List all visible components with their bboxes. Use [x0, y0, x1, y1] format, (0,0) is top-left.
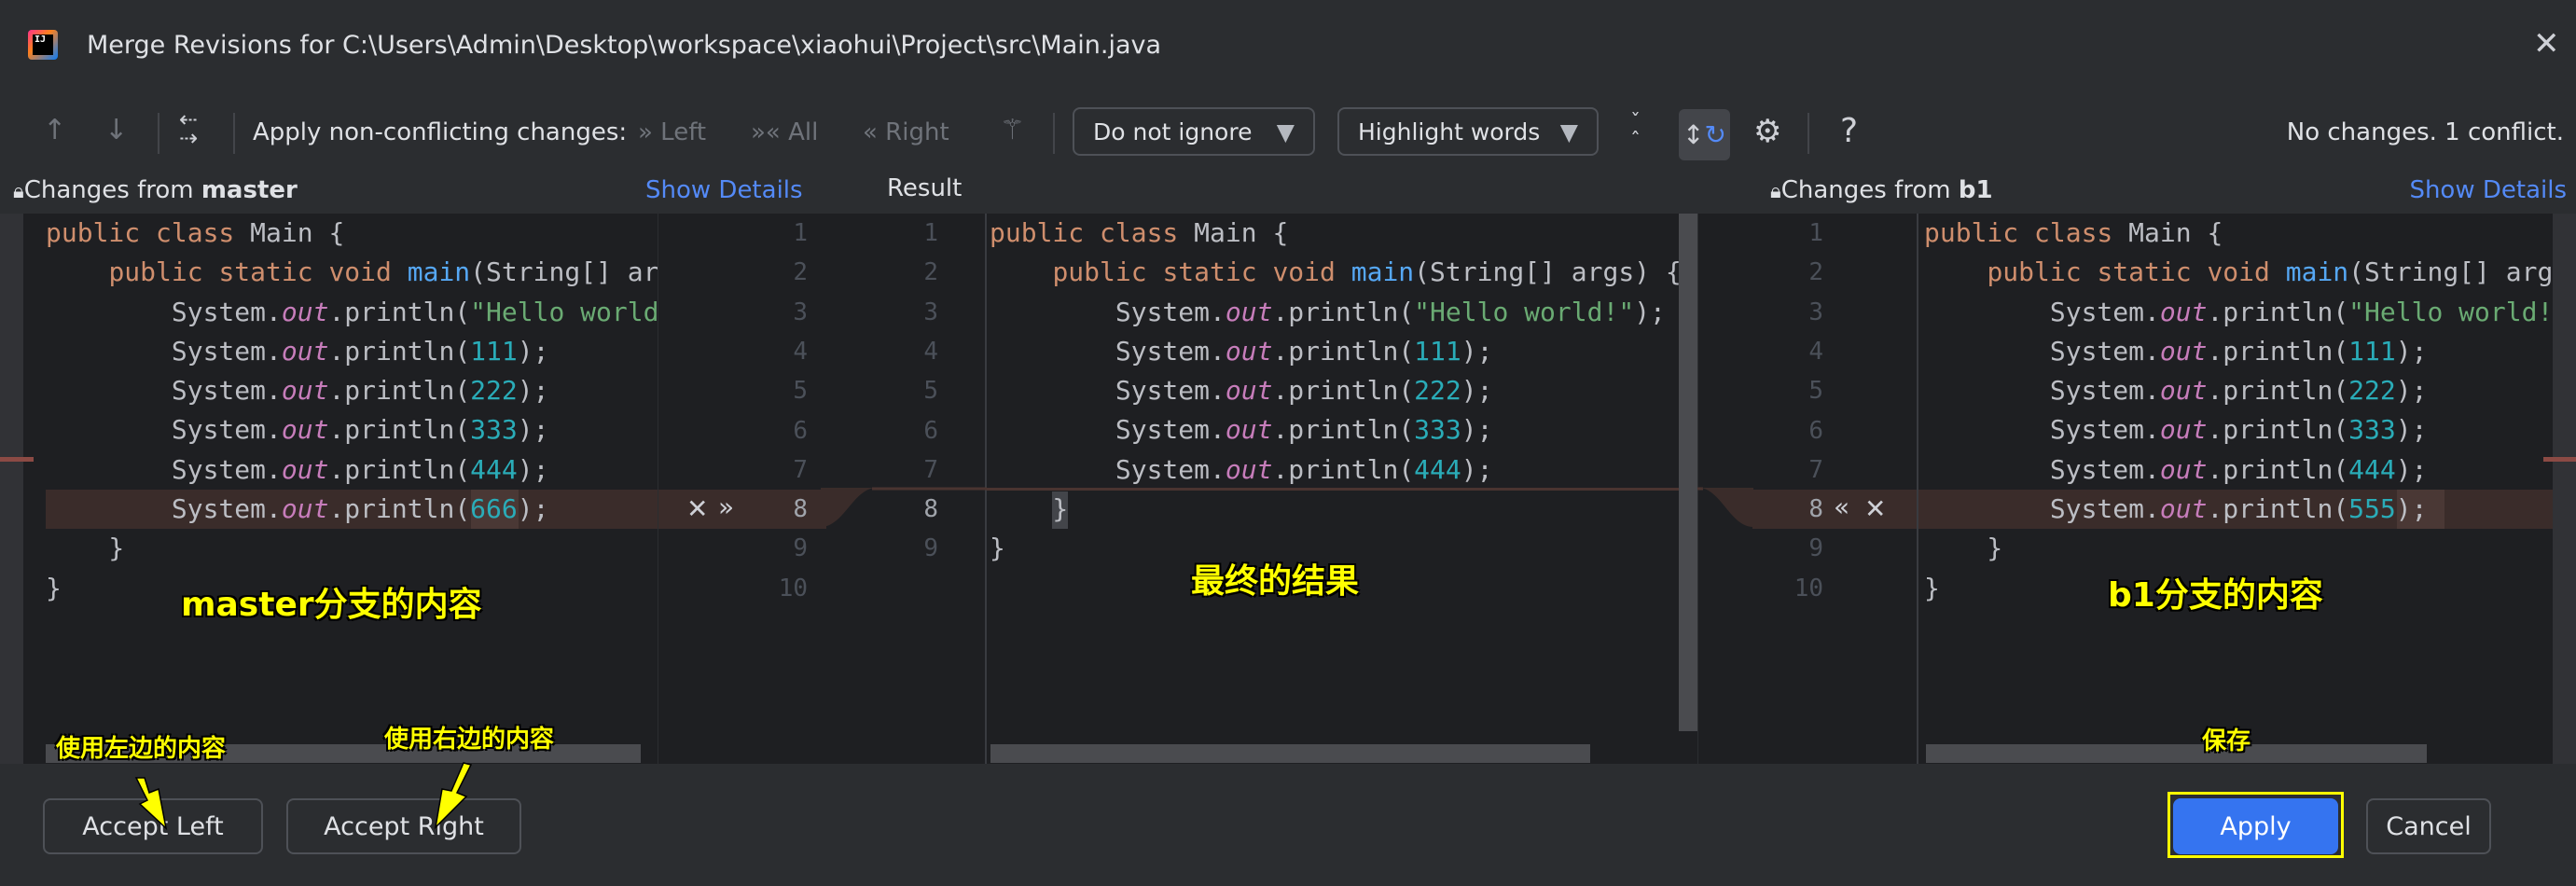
arrow-to-accept-left — [134, 777, 168, 831]
arrow-to-accept-right — [434, 762, 473, 830]
annotation-arrows — [134, 762, 473, 831]
